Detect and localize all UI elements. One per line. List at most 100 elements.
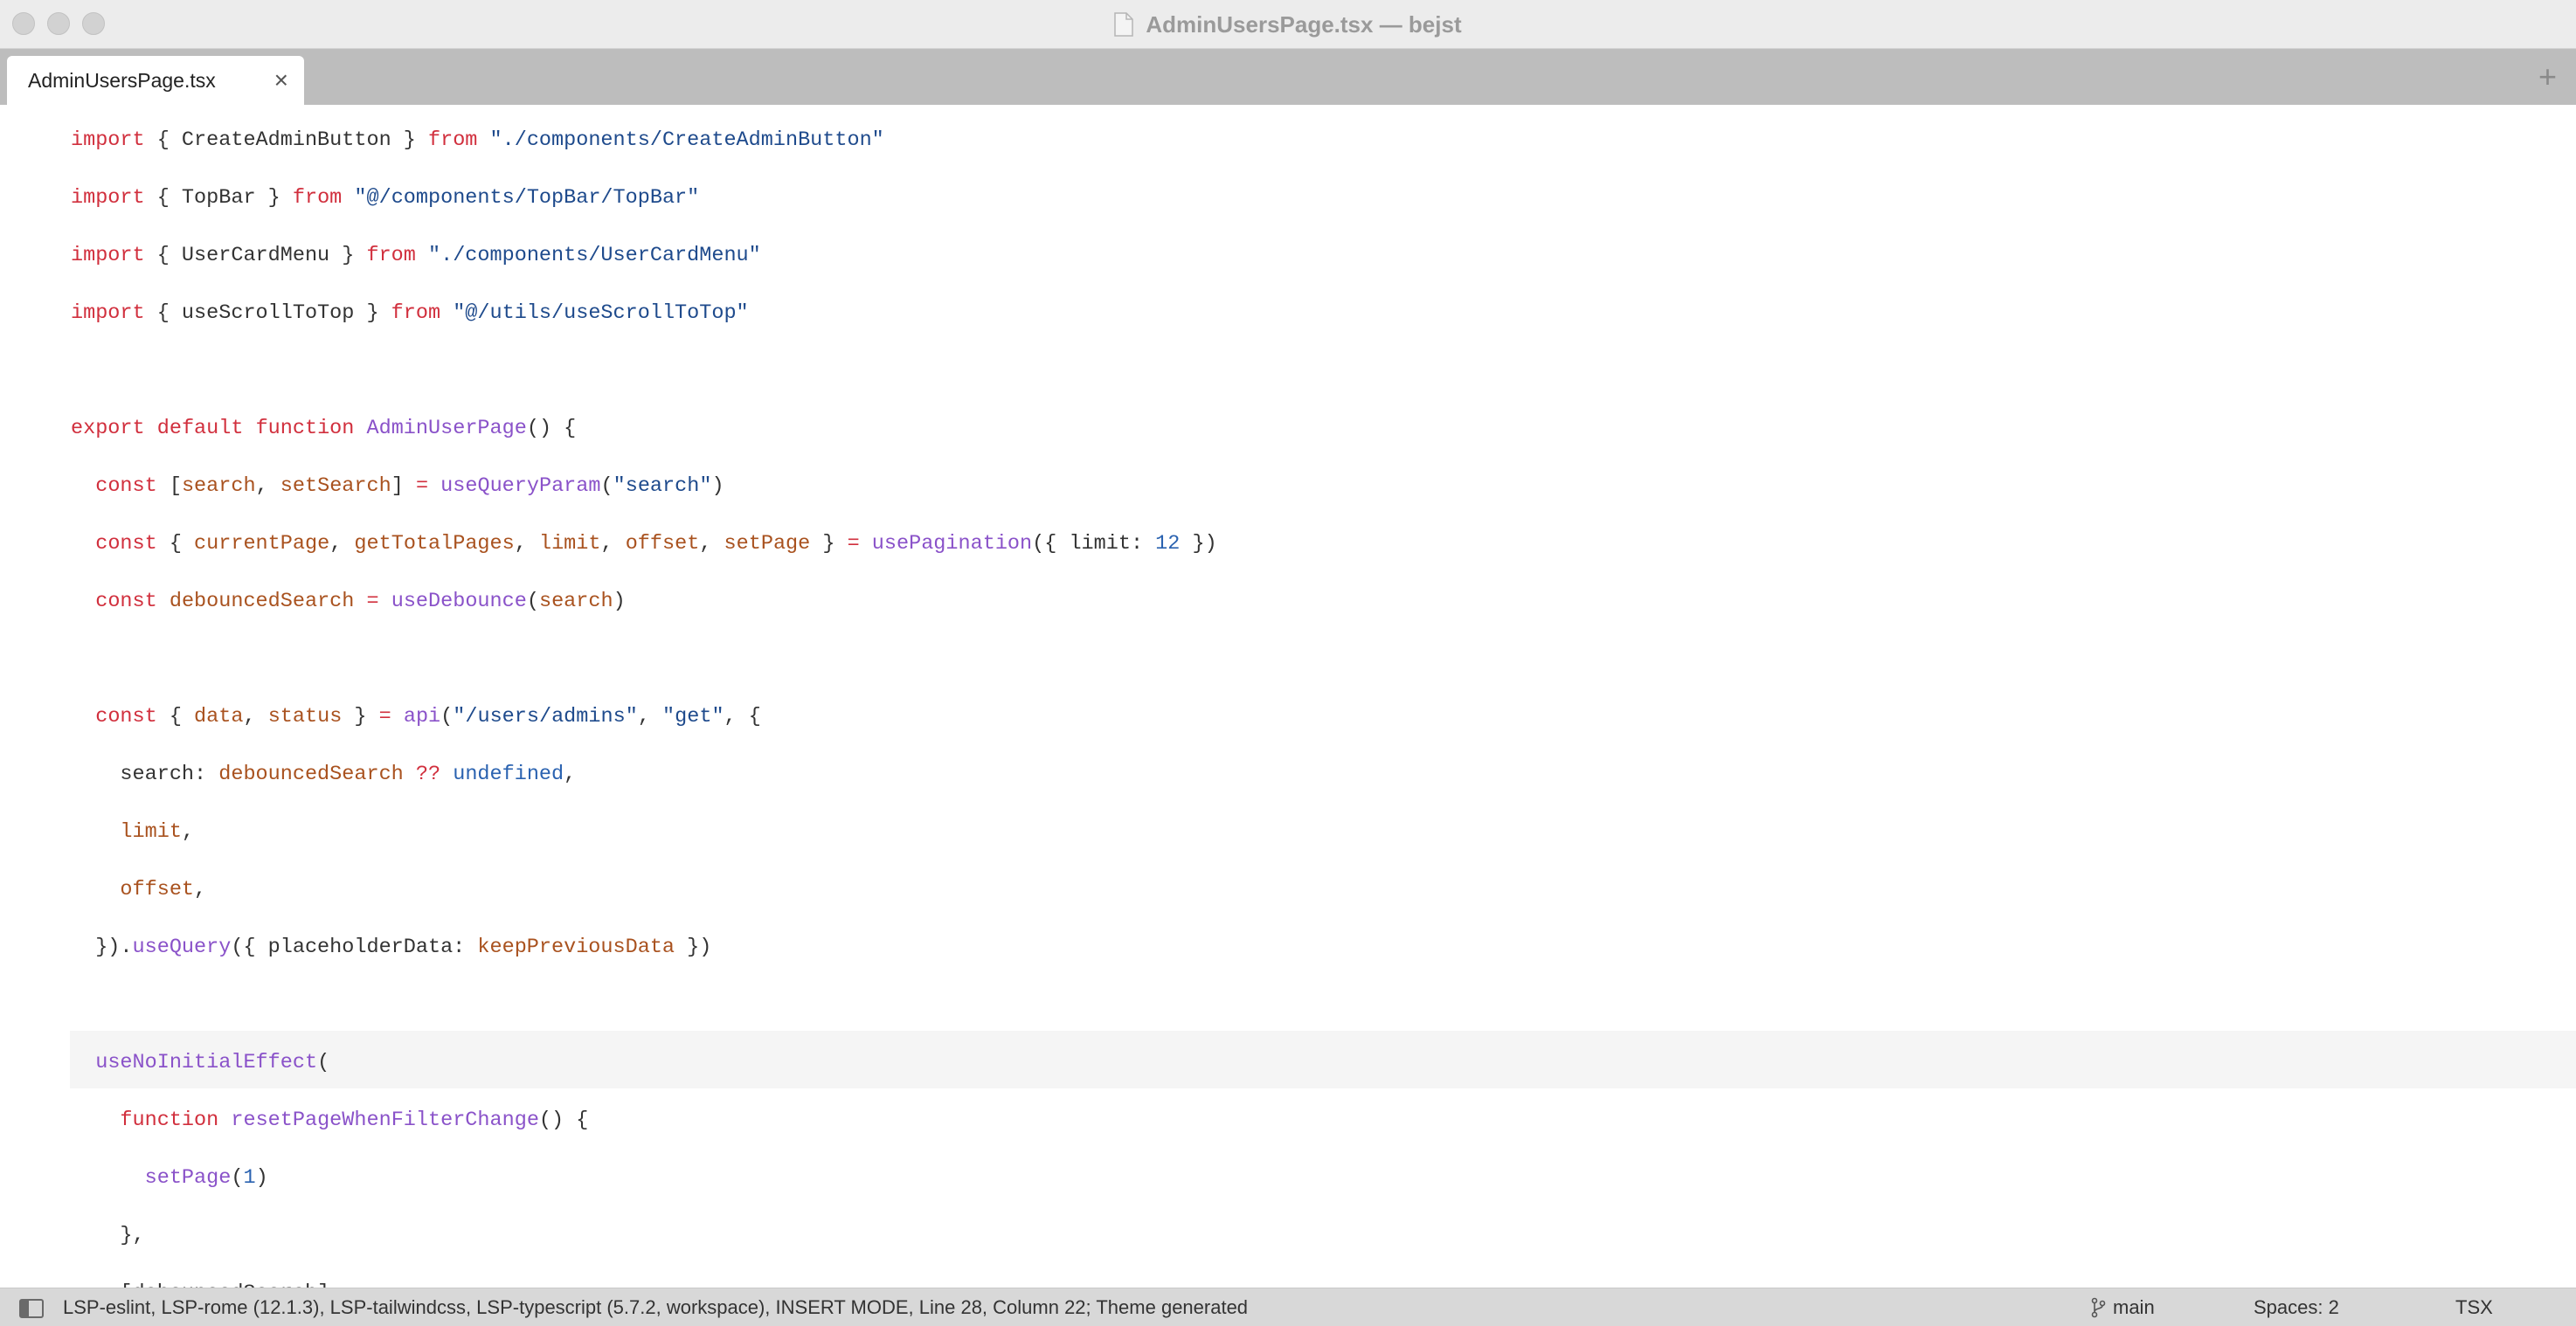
code-token: () { [526,417,577,440]
code-token: ( [526,590,539,613]
code-token: debouncedSearch [169,590,355,613]
status-info: LSP-eslint, LSP-rome (12.1.3), LSP-tailw… [63,1296,1249,1318]
code-token: = [366,590,379,613]
code-line[interactable]: limit, [71,797,2576,854]
indentation-setting[interactable]: Spaces: 2 [2254,1296,2339,1319]
code-token: "./components/UserCardMenu" [428,244,761,267]
code-token: useNoInitialEffect [95,1051,318,1074]
code-token: [ [156,474,182,498]
git-branch-icon [2090,1297,2106,1318]
code-line[interactable] [71,624,2576,681]
code-token: import [71,186,145,210]
code-token: search [538,590,613,613]
code-token: status [267,705,343,729]
code-token: undefined [453,763,564,786]
code-token: setPage [724,532,811,556]
code-token: "get" [662,705,724,729]
code-token: from [366,244,416,267]
code-token: { UserCardMenu } [144,244,367,267]
window-title-text: AdminUsersPage.tsx — bejst [1146,10,1462,38]
code-token: ) [613,590,626,613]
code-line[interactable]: useNoInitialEffect( [71,1027,2576,1085]
code-token: } [342,705,379,729]
tab-label: AdminUsersPage.tsx [28,68,216,92]
code-token: keepPreviousData [477,936,675,959]
code-token: const [95,590,157,613]
code-line[interactable]: import { TopBar } from "@/components/Top… [71,162,2576,220]
code-token: } [810,532,848,556]
code-line[interactable]: export default function AdminUserPage() … [71,393,2576,451]
window-title: AdminUsersPage.tsx — bejst [0,0,2576,49]
code-token: { useScrollToTop } [144,301,391,325]
code-line[interactable]: const debouncedSearch = useDebounce(sear… [71,566,2576,624]
code-token: = [378,705,391,729]
code-token: ] [391,474,416,498]
code-token: setPage [144,1166,232,1190]
code-token: ( [440,705,454,729]
code-area[interactable]: import { CreateAdminButton } from "./com… [71,105,2576,1288]
code-token: "./components/CreateAdminButton" [489,128,884,152]
code-token: }, [71,1224,145,1247]
tab-adminuserspage[interactable]: AdminUsersPage.tsx × [7,56,304,105]
code-token: offset [625,532,700,556]
syntax-mode[interactable]: TSX [2455,1296,2493,1319]
code-line[interactable]: }, [71,1200,2576,1258]
tab-close-icon[interactable]: × [274,68,288,93]
code-token: , [564,763,577,786]
code-token: { CreateAdminButton } [144,128,428,152]
code-line[interactable]: const [search, setSearch] = useQueryPara… [71,451,2576,508]
code-line[interactable]: const { currentPage, getTotalPages, limi… [71,508,2576,566]
code-token: ( [600,474,613,498]
code-line[interactable]: offset, [71,854,2576,912]
code-line[interactable]: [debouncedSearch], [71,1258,2576,1288]
code-line[interactable]: }).useQuery({ placeholderData: keepPrevi… [71,912,2576,970]
code-token: const [95,705,157,729]
code-token: "/users/admins" [453,705,638,729]
code-token: }) [1180,532,1217,556]
code-line[interactable]: setPage(1) [71,1143,2576,1200]
code-line[interactable]: import { UserCardMenu } from "./componen… [71,220,2576,278]
code-line[interactable] [71,335,2576,393]
code-token: ) [711,474,724,498]
code-token: data [194,705,244,729]
code-token: const [95,474,157,498]
code-token: { [156,705,195,729]
code-line[interactable]: import { CreateAdminButton } from "./com… [71,105,2576,162]
code-token: () { [538,1108,589,1132]
code-token: resetPageWhenFilterChange [231,1108,539,1132]
code-line[interactable]: const { data, status } = api("/users/adm… [71,681,2576,739]
status-bar: LSP-eslint, LSP-rome (12.1.3), LSP-tailw… [0,1288,2576,1326]
code-token: usePagination [871,532,1033,556]
code-token: from [391,301,441,325]
code-token: offset [120,878,195,901]
code-line[interactable]: function resetPageWhenFilterChange() { [71,1085,2576,1143]
code-token: const [95,532,157,556]
code-line[interactable] [71,970,2576,1027]
new-tab-button[interactable]: + [2538,59,2557,94]
code-line[interactable]: search: debouncedSearch ?? undefined, [71,739,2576,797]
git-branch[interactable]: main [2090,1296,2155,1319]
code-token: from [427,128,478,152]
sidebar-toggle-icon[interactable] [19,1299,44,1318]
code-line[interactable]: import { useScrollToTop } from "@/utils/… [71,278,2576,335]
code-token: from [292,186,343,210]
code-token: , [194,878,207,901]
code-editor[interactable]: import { CreateAdminButton } from "./com… [0,105,2576,1288]
code-token: AdminUserPage [366,417,527,440]
code-token: , [699,532,724,556]
code-token: ?? [415,763,441,786]
code-token: , [329,532,355,556]
